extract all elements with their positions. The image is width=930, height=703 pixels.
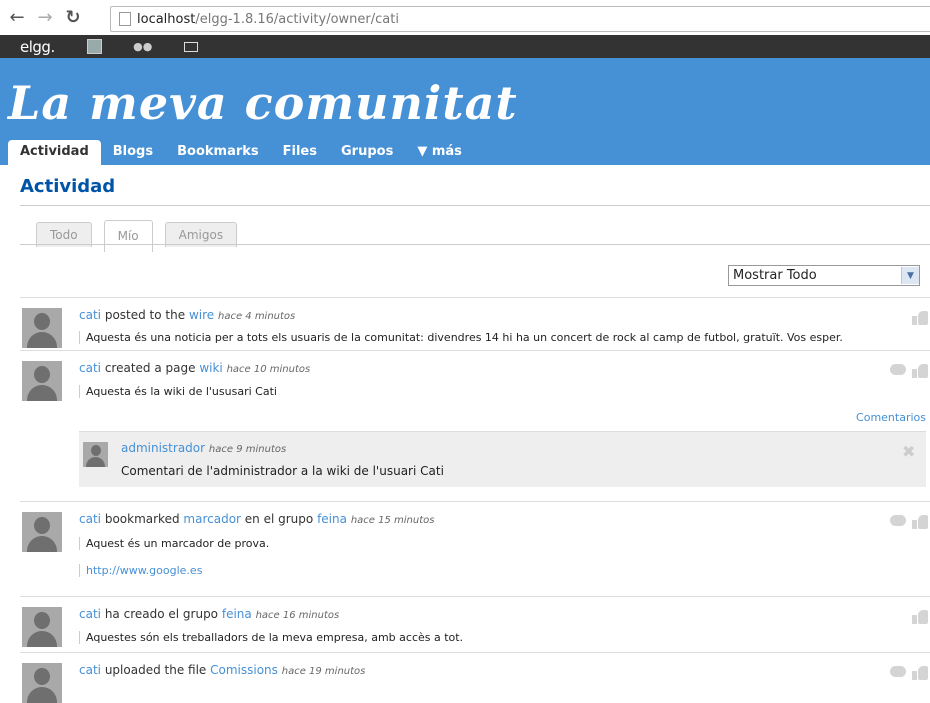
target-link[interactable]: Comissions (210, 663, 278, 677)
user-link[interactable]: cati (79, 663, 101, 677)
site-header: La meva comunitat Actividad Blogs Bookma… (0, 58, 930, 165)
menu-item-actividad[interactable]: Actividad (8, 140, 101, 165)
user-link[interactable]: cati (79, 512, 101, 526)
action-text: uploaded the file (104, 663, 207, 677)
menu-item-grupos[interactable]: Grupos (329, 140, 405, 165)
timestamp: hace 10 minutos (226, 364, 311, 375)
river-summary: cati posted to the wire hace 4 minutos (79, 308, 295, 322)
comment-icon[interactable] (890, 515, 906, 526)
url-path: /elgg-1.8.16/activity/owner/cati (195, 11, 399, 27)
list-item: cati bookmarked marcador en el grupo fei… (20, 501, 930, 596)
browser-toolbar: ← → ↻ localhost/elgg-1.8.16/activity/own… (0, 0, 930, 35)
title-divider (20, 205, 930, 206)
target-link[interactable]: wire (189, 308, 214, 322)
list-item: cati ha creado el grupo feina hace 16 mi… (20, 596, 930, 652)
site-name[interactable]: La meva comunitat (8, 76, 518, 130)
bookmark-url[interactable]: http://www.google.es (79, 564, 202, 577)
tab-mio[interactable]: Mío (103, 220, 153, 252)
timestamp: hace 9 minutos (208, 444, 287, 455)
target-link[interactable]: wiki (199, 361, 222, 375)
river-actions (890, 515, 928, 529)
like-icon[interactable] (912, 311, 928, 325)
activity-type-select[interactable]: Mostrar Todo ▼ (728, 265, 920, 286)
timestamp: hace 19 minutos (281, 666, 366, 677)
reload-icon[interactable]: ↻ (62, 7, 84, 29)
activity-river: cati posted to the wire hace 4 minutos A… (20, 297, 930, 703)
target-link[interactable]: feina (222, 607, 252, 621)
river-message: Aquest és un marcador de prova. (79, 537, 269, 550)
group-text: en el grupo (244, 512, 314, 526)
river-summary: cati ha creado el grupo feina hace 16 mi… (79, 607, 339, 621)
comment-text: Comentari de l'administrador a la wiki d… (121, 464, 444, 478)
user-link[interactable]: cati (79, 361, 101, 375)
menu-item-files[interactable]: Files (271, 140, 329, 165)
target-link[interactable]: marcador (183, 512, 241, 526)
delete-icon[interactable]: ✖ (902, 444, 916, 460)
comment-icon[interactable] (890, 364, 906, 375)
river-summary: cati bookmarked marcador en el grupo fei… (79, 512, 434, 526)
avatar[interactable] (22, 361, 62, 401)
menu-item-bookmarks[interactable]: Bookmarks (165, 140, 271, 165)
back-arrow-icon[interactable]: ← (6, 7, 28, 29)
timestamp: hace 16 minutos (255, 610, 340, 621)
url-host: localhost (137, 11, 196, 27)
address-bar[interactable]: localhost/elgg-1.8.16/activity/owner/cat… (110, 6, 930, 32)
menu-item-more[interactable]: ▼ más (405, 140, 474, 165)
comments-link[interactable]: Comentarios (856, 411, 926, 424)
like-icon[interactable] (912, 610, 928, 624)
elgg-topbar: elgg. ●● (0, 35, 930, 58)
comment-summary: administrador hace 9 minutos (121, 441, 286, 455)
action-text: created a page (104, 361, 196, 375)
user-link[interactable]: cati (79, 607, 101, 621)
avatar[interactable] (22, 607, 62, 647)
elgg-logo[interactable]: elgg. (20, 38, 55, 56)
list-item: cati posted to the wire hace 4 minutos A… (20, 297, 930, 350)
filter-tabs: Todo Mío Amigos (36, 220, 249, 252)
chevron-down-icon[interactable]: ▼ (901, 267, 919, 284)
menu-item-blogs[interactable]: Blogs (101, 140, 165, 165)
list-item: cati created a page wiki hace 10 minutos… (20, 350, 930, 501)
timestamp: hace 15 minutos (350, 515, 435, 526)
comment-box: administrador hace 9 minutos Comentari d… (79, 431, 926, 487)
like-icon[interactable] (912, 364, 928, 378)
page-icon (119, 12, 131, 26)
river-summary: cati created a page wiki hace 10 minutos (79, 361, 310, 375)
river-actions (912, 311, 928, 325)
tabs-divider (20, 244, 930, 245)
profile-icon[interactable] (87, 39, 103, 54)
timestamp: hace 4 minutos (217, 311, 296, 322)
action-text: posted to the (104, 308, 186, 322)
action-text: ha creado el grupo (104, 607, 219, 621)
avatar[interactable] (22, 512, 62, 552)
page-title: Actividad (20, 176, 116, 197)
avatar[interactable] (83, 442, 108, 467)
avatar[interactable] (22, 663, 62, 703)
like-icon[interactable] (912, 666, 928, 680)
avatar[interactable] (22, 308, 62, 348)
comment-icon[interactable] (890, 666, 906, 677)
river-message: Aquestes són els treballadors de la meva… (79, 631, 463, 644)
river-summary: cati uploaded the file Comissions hace 1… (79, 663, 365, 677)
river-actions (890, 666, 928, 680)
user-link[interactable]: cati (79, 308, 101, 322)
river-message: Aquesta és la wiki de l'ususari Cati (79, 385, 277, 398)
select-value: Mostrar Todo (733, 268, 817, 283)
action-text: bookmarked (104, 512, 180, 526)
river-actions (890, 364, 928, 378)
river-message: Aquesta és una noticia per a tots els us… (79, 331, 843, 344)
group-link[interactable]: feina (317, 512, 347, 526)
river-actions (912, 610, 928, 624)
site-menu: Actividad Blogs Bookmarks Files Grupos ▼… (8, 140, 474, 165)
like-icon[interactable] (912, 515, 928, 529)
messages-icon[interactable] (183, 40, 199, 54)
list-item: cati uploaded the file Comissions hace 1… (20, 652, 930, 703)
comment-user-link[interactable]: administrador (121, 441, 205, 455)
forward-arrow-icon[interactable]: → (34, 7, 56, 29)
friends-icon[interactable]: ●● (133, 40, 152, 54)
